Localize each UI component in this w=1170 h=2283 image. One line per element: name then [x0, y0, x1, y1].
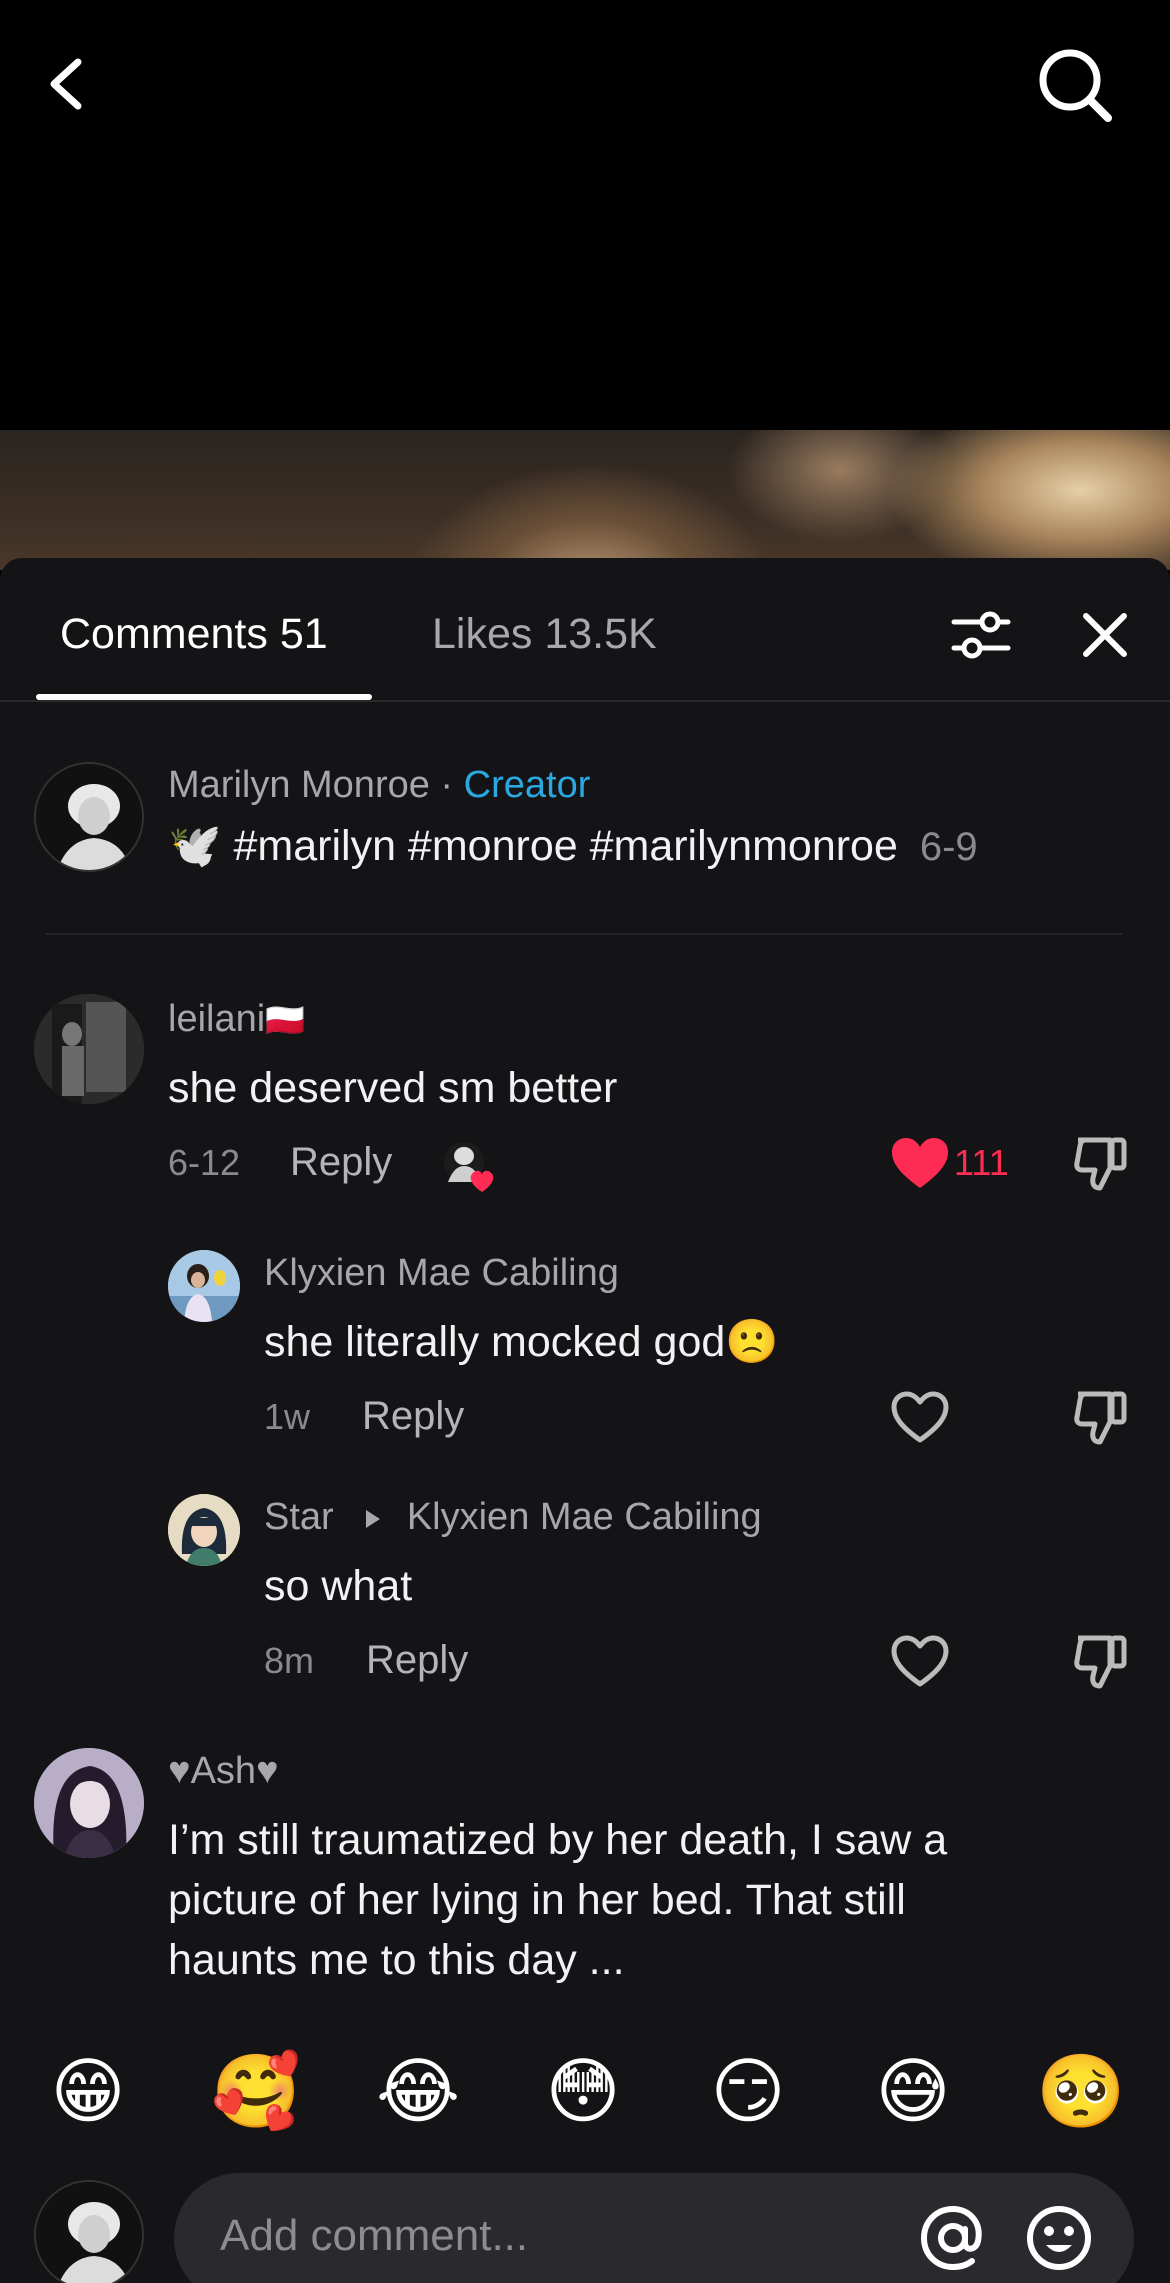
heart-outline-icon — [891, 1635, 949, 1687]
heart-filled-icon — [892, 1138, 948, 1188]
emoji-picker-button[interactable] — [1022, 2201, 1096, 2275]
portrait-image — [36, 2182, 142, 2283]
emoji-smiling-hearts[interactable]: 🥰 — [211, 2050, 301, 2134]
dove-emoji: 🕊️ — [168, 822, 222, 870]
like-button[interactable] — [890, 1390, 950, 1446]
creator-liked-icon — [444, 1142, 494, 1192]
back-button[interactable] — [36, 44, 100, 124]
reply-button[interactable]: Reply — [290, 1140, 392, 1185]
dislike-button[interactable] — [1072, 1388, 1128, 1448]
comment-username[interactable]: leilani🇵🇱 — [168, 998, 305, 1041]
tab-comments[interactable]: Comments 51 — [60, 610, 328, 659]
creator-avatar[interactable] — [34, 762, 144, 872]
thumbs-down-icon — [1074, 1635, 1127, 1689]
thumbs-down-icon — [1074, 1137, 1127, 1191]
comments-sheet: Comments 51 Likes 13.5K Marilyn Monroe ·… — [0, 558, 1170, 2283]
reply-to-username[interactable]: Klyxien Mae Cabiling — [407, 1496, 762, 1538]
like-button[interactable] — [890, 1634, 950, 1690]
comment-text: so what — [264, 1562, 413, 1610]
comment-input[interactable] — [220, 2201, 820, 2271]
dislike-button[interactable] — [1072, 1134, 1128, 1194]
reply-button[interactable]: Reply — [366, 1638, 468, 1683]
creator-liked-badge — [440, 1136, 500, 1196]
like-button[interactable] — [890, 1136, 950, 1192]
filter-button[interactable] — [946, 600, 1016, 670]
tab-likes[interactable]: Likes 13.5K — [432, 610, 657, 659]
comment-composer — [174, 2173, 1134, 2283]
avatar-image — [168, 1494, 240, 1566]
avatar[interactable] — [168, 1494, 240, 1566]
close-button[interactable] — [1070, 600, 1140, 670]
comment-text: she literally mocked god🙁 — [264, 1318, 779, 1366]
emoji-sweat-smile[interactable]: 😅 — [871, 2050, 955, 2134]
flag-emoji: 🇵🇱 — [265, 1002, 306, 1038]
reply-header: Star Klyxien Mae Cabiling — [264, 1496, 762, 1539]
comments-screen: Comments 51 Likes 13.5K Marilyn Monroe ·… — [0, 0, 1170, 2283]
emoji-smirk[interactable]: 😏 — [706, 2050, 790, 2134]
dislike-button[interactable] — [1072, 1632, 1128, 1692]
search-icon — [1039, 49, 1112, 122]
thumbs-down-icon — [1074, 1391, 1127, 1445]
emoji-grin[interactable]: 😁 — [46, 2050, 130, 2134]
avatar[interactable] — [34, 1748, 144, 1858]
search-button[interactable] — [1030, 40, 1120, 130]
creator-badge: Creator — [463, 764, 591, 806]
caption-date: 6-9 — [919, 825, 978, 869]
comment-time: 8m — [264, 1640, 315, 1681]
comment-username[interactable]: Klyxien Mae Cabiling — [264, 1252, 619, 1295]
comment-username[interactable]: Star — [264, 1496, 334, 1538]
emoji-flushed[interactable]: 😳 — [541, 2050, 625, 2134]
divider — [46, 933, 1122, 935]
caption-author-line: Marilyn Monroe · Creator — [168, 764, 591, 806]
chevron-left-icon — [50, 58, 82, 110]
at-sign-icon — [920, 2205, 982, 2271]
mention-button[interactable] — [916, 2201, 990, 2275]
like-count: 111 — [954, 1142, 1009, 1183]
avatar[interactable] — [34, 994, 144, 1104]
creator-name[interactable]: Marilyn Monroe — [168, 764, 430, 806]
portrait-image — [36, 764, 142, 870]
comment-text: I’m still traumatized by her death, I sa… — [168, 1816, 948, 1984]
hashtags[interactable]: #marilyn #monroe #marilynmonroe — [234, 822, 898, 870]
active-tab-indicator — [36, 694, 372, 700]
avatar-image — [168, 1250, 240, 1322]
comment-text: she deserved sm better — [168, 1064, 618, 1112]
tab-bar: Comments 51 Likes 13.5K — [0, 558, 1170, 702]
heart-outline-icon — [891, 1391, 949, 1443]
avatar-image — [34, 994, 144, 1104]
emoji-pleading[interactable]: 🥺 — [1036, 2050, 1126, 2134]
emoji-tears-of-joy[interactable]: 😂 — [376, 2050, 460, 2134]
comment-username[interactable]: ♥Ash♥ — [168, 1750, 279, 1793]
triangle-right-icon — [366, 1509, 381, 1528]
my-avatar[interactable] — [34, 2180, 144, 2283]
comment-time: 6-12 — [168, 1142, 241, 1183]
avatar[interactable] — [168, 1250, 240, 1322]
avatar-image — [34, 1748, 144, 1858]
sliders-icon — [951, 611, 1011, 659]
caption-text: 🕊️ #marilyn #monroe #marilynmonroe 6-9 — [168, 816, 978, 877]
close-icon — [1083, 613, 1127, 657]
smiley-icon — [1027, 2206, 1091, 2270]
reply-button[interactable]: Reply — [362, 1394, 464, 1439]
comment-time: 1w — [264, 1396, 311, 1437]
video-preview[interactable] — [0, 430, 1170, 570]
